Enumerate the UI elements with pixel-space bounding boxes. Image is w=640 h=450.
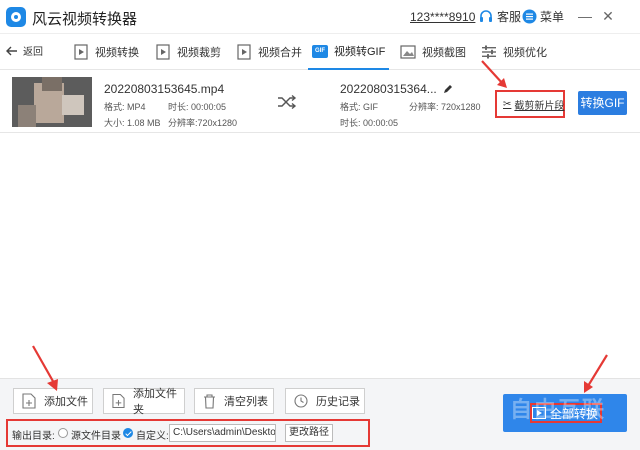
output-path-input[interactable]: C:\Users\admin\Desktop [169, 424, 276, 442]
trim-new-segment-button[interactable]: ✂ 截剪新片段 [503, 97, 564, 112]
minimize-button[interactable]: — [575, 6, 595, 26]
app-title: 风云视频转换器 [32, 11, 138, 28]
source-resolution: 分辨率:720x1280 [168, 118, 238, 128]
video-merge-icon [237, 44, 251, 60]
close-icon: ✕ [602, 8, 614, 24]
convert-gif-button[interactable]: 转换GIF [578, 91, 627, 115]
edit-pencil-icon[interactable] [443, 84, 453, 94]
tab-label: 视频转换 [95, 47, 139, 59]
back-label: 返回 [23, 47, 43, 58]
source-file-name: 20220803153645.mp4 [104, 82, 225, 96]
add-folder-button[interactable]: 添加文件夹 [103, 388, 185, 416]
back-button[interactable]: 返回 [5, 43, 43, 58]
red-arrow-icon [481, 60, 507, 88]
scissors-icon: ✂ [503, 99, 512, 110]
add-folder-label: 添加文件夹 [132, 388, 177, 416]
menu-label: 菜单 [540, 10, 565, 24]
file-list-empty-area [0, 134, 640, 378]
clock-icon [294, 394, 308, 408]
close-button[interactable]: ✕ [598, 6, 618, 26]
red-arrow-icon [584, 354, 608, 393]
output-format: 格式: GIF [340, 102, 378, 112]
source-size: 大小: 1.08 MB [104, 118, 161, 128]
headset-icon [480, 9, 492, 22]
service-label: 客服 [497, 10, 522, 24]
back-arrow-icon [6, 46, 17, 55]
convert-all-highlight-box [530, 403, 602, 423]
add-folder-icon [112, 393, 125, 409]
tab-video-crop[interactable]: 视频裁剪 [155, 34, 221, 70]
function-toolbar: 返回 视频转换 视频裁剪 视频合并 GIF 视频转GIF 视频截图 视频优化 [0, 34, 640, 70]
custom-dir-radio[interactable] [123, 428, 133, 438]
tab-video-merge[interactable]: 视频合并 [236, 34, 302, 70]
add-file-label: 添加文件 [44, 396, 88, 408]
history-label: 历史记录 [316, 396, 360, 408]
source-format: 格式: MP4 [104, 102, 146, 112]
source-dir-label[interactable]: 源文件目录 [71, 427, 121, 442]
trim-label: 截剪新片段 [514, 101, 565, 112]
video-thumbnail [12, 77, 92, 127]
output-file-name-text: 2022080315364... [340, 82, 437, 96]
tab-video-screenshot[interactable]: 视频截图 [400, 34, 466, 70]
source-duration: 时长: 00:00:05 [168, 102, 227, 112]
history-button[interactable]: 历史记录 [285, 388, 365, 414]
minimize-icon: — [578, 8, 592, 24]
output-file-name[interactable]: 2022080315364... [340, 82, 453, 96]
change-path-button[interactable]: 更改路径 [285, 424, 333, 442]
clear-list-button[interactable]: 清空列表 [194, 388, 274, 414]
tab-video-to-gif[interactable]: GIF 视频转GIF [308, 34, 390, 70]
screenshot-icon [400, 45, 416, 59]
source-dir-radio[interactable] [58, 428, 68, 438]
tab-label: 视频合并 [258, 47, 302, 59]
tab-label: 视频截图 [422, 47, 466, 59]
customer-service-button[interactable]: 客服 [478, 8, 521, 25]
user-id-link[interactable]: 123****8910 [410, 10, 475, 24]
output-dir-label: 输出目录: [12, 431, 55, 442]
shuffle-arrows-icon [278, 94, 297, 110]
video-convert-icon [74, 44, 88, 60]
tab-label: 视频转GIF [334, 46, 386, 58]
output-duration: 时长: 00:00:05 [340, 118, 399, 128]
app-logo-icon [6, 7, 26, 27]
video-crop-icon [156, 44, 170, 60]
tab-video-convert[interactable]: 视频转换 [73, 34, 139, 70]
output-resolution: 分辨率: 720x1280 [409, 102, 481, 112]
red-arrow-icon [32, 345, 58, 391]
trash-icon [204, 393, 215, 409]
gif-icon: GIF [312, 44, 328, 58]
menu-icon [522, 9, 537, 24]
custom-dir-label[interactable]: 自定义: [136, 427, 169, 442]
tab-label: 视频裁剪 [177, 47, 221, 59]
clear-list-label: 清空列表 [224, 396, 268, 408]
menu-button[interactable]: 菜单 [522, 8, 564, 25]
add-file-icon [22, 393, 36, 409]
title-bar: 风云视频转换器 123****8910 客服 菜单 — ✕ [0, 0, 640, 34]
